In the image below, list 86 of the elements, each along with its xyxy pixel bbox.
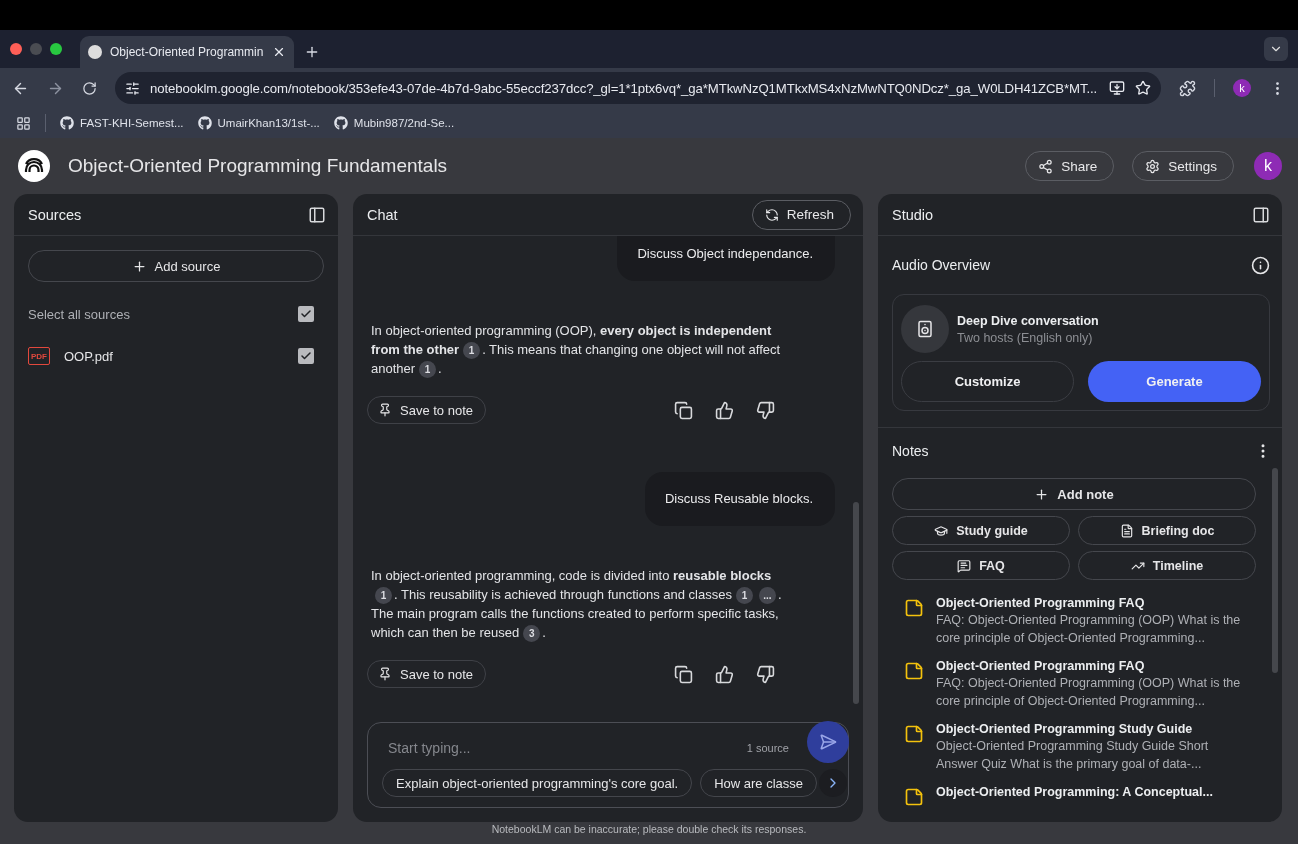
notebook-title: Object-Oriented Programming Fundamentals <box>68 155 449 177</box>
card-title: Deep Dive conversation <box>957 313 1099 328</box>
share-icon <box>1038 158 1054 174</box>
close-tab-icon[interactable] <box>272 45 286 59</box>
pin-icon <box>378 403 392 418</box>
refresh-icon <box>764 207 779 222</box>
citation-chip[interactable]: 1 <box>375 587 392 605</box>
disclaimer-text: NotebookLM can be inaccurate; please double check its responses. <box>491 823 807 835</box>
user-message: Discuss Reusable blocks. <box>644 472 835 527</box>
message-icon <box>957 558 972 573</box>
note-preview: Object-Oriented Programming Study Guide Short Answer Quiz What is the primary goal of data-... <box>936 738 1210 773</box>
account-avatar[interactable]: k <box>1254 152 1282 180</box>
note-title[interactable]: Object-Oriented Programming Study Guide <box>936 722 1256 736</box>
apps-icon[interactable] <box>16 115 31 131</box>
thumbs-up-icon[interactable] <box>715 664 734 684</box>
answer-text: In object-oriented programming, code is divided into reusable blocks 1 . This reusability is achieved through functions and classes 1 ... . The main program calls the functions created to perform specific tasks, which can then be reused 3 . <box>371 567 783 643</box>
github-icon <box>60 116 74 130</box>
logo-icon <box>18 150 50 182</box>
source-count: 1 source <box>746 742 789 754</box>
card-subtitle: Two hosts (English only) <box>957 330 1094 345</box>
note-title[interactable]: Object-Oriented Programming FAQ <box>936 596 1256 610</box>
extensions-icon[interactable] <box>1179 79 1196 97</box>
section-title: Audio Overview <box>892 257 991 273</box>
info-icon[interactable] <box>1251 255 1270 275</box>
citation-chip[interactable]: 1 <box>735 587 753 605</box>
answer-text: In object-oriented programming (OOP), every object is independent from the other 1 . This means that changing one object will not affect another 1 . <box>371 322 782 379</box>
collapse-panel-icon[interactable] <box>1252 205 1270 224</box>
thumbs-down-icon[interactable] <box>756 400 775 420</box>
browser-tab[interactable]: Object-Oriented Programmin <box>80 36 294 68</box>
citation-chip[interactable]: 1 <box>463 342 481 360</box>
citation-chip[interactable]: 3 <box>523 625 541 643</box>
note-preview: FAQ: Object-Oriented Programming (OOP) What is the core principle of Object-Oriented Programming... <box>936 612 1242 647</box>
note-preview: FAQ: Object-Oriented Programming (OOP) What is the core principle of Object-Oriented Programming... <box>936 675 1242 710</box>
pin-icon <box>378 667 392 682</box>
citation-chip[interactable]: 1 <box>419 361 437 379</box>
site-settings-icon[interactable] <box>125 80 140 96</box>
document-icon <box>1119 523 1134 538</box>
note-icon <box>904 661 924 681</box>
bookmark-link[interactable]: FAST-KHI-Semest... <box>60 116 184 130</box>
settings-icon <box>1145 158 1161 174</box>
bookmark-link[interactable]: UmairKhan13/1st-... <box>197 116 320 130</box>
maximize-window-button[interactable] <box>50 43 62 55</box>
panel-title: Studio <box>892 206 934 223</box>
address-bar[interactable]: notebooklm.google.com/notebook/353efe43-07de-4b7d-9abc-55eccf237dcc?_gl=1*1ptx6vq*_ga*MTkwNzQ1MTkxMS4xNzMwNTQ0NDcz*_ga_W0LDH41ZCB*MT... <box>115 72 1161 104</box>
tab-search-button[interactable] <box>1264 37 1288 61</box>
note-icon <box>904 724 924 744</box>
close-window-button[interactable] <box>10 43 22 55</box>
send-button[interactable] <box>807 721 849 763</box>
section-title: Notes <box>892 443 929 459</box>
speaker-icon <box>901 305 949 353</box>
collapse-panel-icon[interactable] <box>308 205 326 224</box>
note-icon <box>904 787 924 807</box>
check-icon <box>300 350 312 362</box>
thumbs-down-icon[interactable] <box>756 664 775 684</box>
checkbox[interactable] <box>298 306 314 322</box>
new-tab-icon[interactable] <box>304 44 320 60</box>
send-icon <box>819 733 837 751</box>
plus-icon <box>1034 486 1050 502</box>
checkbox[interactable] <box>298 348 314 364</box>
note-icon <box>904 598 924 618</box>
copy-icon[interactable] <box>674 664 693 684</box>
message-input[interactable]: Start typing... <box>382 740 737 756</box>
bookmark-link[interactable]: Mubin987/2nd-Se... <box>333 116 455 130</box>
profile-avatar[interactable]: k <box>1233 79 1251 97</box>
copy-icon[interactable] <box>674 400 693 420</box>
note-title[interactable]: Object-Oriented Programming FAQ <box>936 659 1256 673</box>
bookmark-star-icon[interactable] <box>1135 80 1151 96</box>
user-message: Discuss Object independance. <box>617 236 835 281</box>
note-title[interactable]: Object-Oriented Programming: A Conceptual... <box>936 785 1213 799</box>
github-icon <box>197 116 212 130</box>
install-app-icon[interactable] <box>1109 80 1125 96</box>
graduation-cap-icon <box>934 523 949 538</box>
select-all-label: Select all sources <box>28 306 130 322</box>
plus-icon <box>131 258 147 274</box>
reload-icon[interactable] <box>82 80 97 96</box>
panel-title: Chat <box>367 206 398 223</box>
source-name[interactable]: OOP.pdf <box>64 348 113 364</box>
pdf-icon: PDF <box>28 347 50 365</box>
thumbs-up-icon[interactable] <box>715 400 734 420</box>
generate-button[interactable]: Generate <box>1088 361 1261 402</box>
next-suggestions-button[interactable] <box>819 769 847 797</box>
citation-chip[interactable]: ... <box>758 587 776 605</box>
check-icon <box>300 308 312 320</box>
favicon-icon <box>88 45 102 59</box>
github-icon <box>333 116 348 130</box>
panel-title: Sources <box>28 206 82 223</box>
